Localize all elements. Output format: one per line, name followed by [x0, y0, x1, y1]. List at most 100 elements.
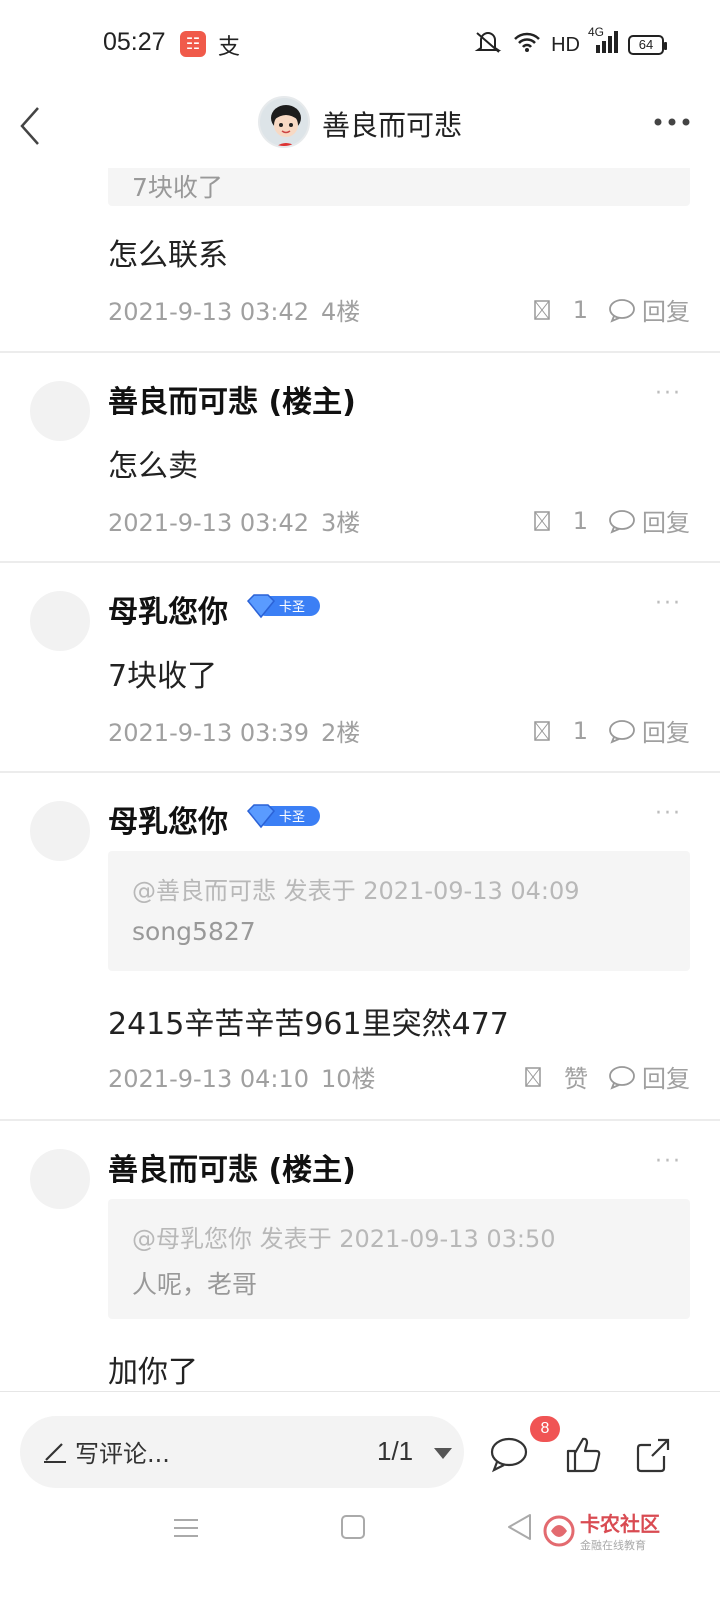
like-count: 1	[572, 716, 588, 745]
status-bar: 05:27 ☷ 支 HD 4G 64	[0, 0, 720, 90]
post-meta: 2021-9-13 03:42 3楼	[108, 503, 360, 538]
quote-text: 人呢，老哥	[132, 1270, 258, 1299]
wifi-icon	[513, 31, 541, 59]
comments-icon[interactable]	[488, 1434, 530, 1474]
thumbs-up-icon[interactable]	[562, 1434, 604, 1474]
quote-header: @善良而可悲 发表于 2021-09-13 04:09	[132, 877, 580, 905]
badge-label: 卡圣	[279, 600, 305, 615]
avatar[interactable]	[30, 591, 90, 651]
avatar[interactable]	[30, 1149, 90, 1209]
watermark-text: 卡农社区 金融在线教育	[580, 1508, 660, 1553]
comment-input[interactable]: 写评论... 1/1	[20, 1416, 464, 1488]
thread-content: 7块收了 怎么联系 2021-9-13 03:42 4楼 1 回复 善良而可悲 (…	[0, 168, 720, 1391]
home-icon[interactable]	[340, 1514, 366, 1540]
more-button[interactable]	[652, 112, 692, 132]
quote-text: 7块收了	[132, 173, 223, 202]
signal-label: 4G	[588, 25, 605, 39]
bottom-action-bar: 写评论... 1/1 8	[0, 1391, 720, 1496]
kanong-logo-icon	[543, 1515, 575, 1546]
pencil-icon	[44, 1443, 66, 1463]
post-time: 2021-9-13 03:42	[108, 298, 309, 326]
like-count: 1	[572, 295, 588, 324]
username[interactable]: 母乳您你	[108, 797, 228, 841]
floor-item: 母乳您你 卡圣 ··· @善良而可悲 发表于 2021-09-13 04:09 …	[0, 773, 720, 1119]
alipay-icon: 支	[218, 35, 241, 60]
menu-icon[interactable]	[172, 1516, 200, 1540]
page-title: 善良而可悲	[322, 109, 463, 142]
post-time: 2021-9-13 04:10	[108, 1065, 309, 1093]
post-text: 怎么卖	[108, 449, 198, 484]
floor-number: 2楼	[321, 719, 361, 747]
quote-block[interactable]: @善良而可悲 发表于 2021-09-13 04:09 song5827	[108, 851, 690, 971]
watermark: 卡农社区 金融在线教育	[542, 1508, 660, 1553]
user-level-badge: 卡圣	[246, 804, 320, 829]
author-avatar[interactable]	[258, 96, 310, 148]
post-time: 2021-9-13 03:39	[108, 719, 309, 747]
quote-header: @母乳您你 发表于 2021-09-13 03:50	[132, 1225, 556, 1253]
status-indicators: HD 4G 64	[473, 25, 667, 60]
watermark-title: 卡农社区	[580, 1512, 660, 1536]
more-horizontal-icon	[654, 118, 690, 126]
floor-item: 善良而可悲 (楼主) ··· @母乳您你 发表于 2021-09-13 03:5…	[0, 1121, 720, 1391]
back-button[interactable]	[18, 100, 58, 150]
page-dropdown-icon[interactable]	[434, 1448, 452, 1459]
badge-label: 卡圣	[279, 810, 305, 825]
reply-button[interactable]: 回复	[642, 1059, 690, 1094]
comment-bubble-icon[interactable]	[608, 508, 636, 534]
post-text: 加你了	[108, 1355, 198, 1390]
like-count: 1	[572, 506, 588, 535]
more-icon[interactable]: ···	[655, 591, 682, 616]
battery-icon: 64	[628, 35, 667, 55]
username[interactable]: 母乳您你	[108, 587, 228, 631]
post-actions: 1 回复	[533, 503, 690, 538]
top-nav-bar: 善良而可悲	[0, 90, 720, 168]
system-navigation: 卡农社区 金融在线教育	[0, 1496, 720, 1600]
quote-text: song5827	[132, 917, 256, 946]
post-text: 7块收了	[108, 659, 218, 694]
comment-count-badge: 8	[530, 1416, 560, 1442]
avatar[interactable]	[30, 801, 90, 861]
floor-item: 善良而可悲 (楼主) ··· 怎么卖 2021-9-13 03:42 3楼 1 回…	[0, 353, 720, 561]
comment-bubble-icon[interactable]	[608, 718, 636, 744]
network-type: HD	[551, 33, 580, 56]
post-text: 怎么联系	[108, 238, 228, 273]
floor-item: 7块收了 怎么联系 2021-9-13 03:42 4楼 1 回复	[0, 168, 720, 352]
post-meta: 2021-9-13 03:42 4楼	[108, 292, 360, 327]
floor-number: 10楼	[321, 1065, 376, 1093]
like-icon[interactable]	[533, 299, 551, 321]
page-indicator[interactable]: 1/1	[377, 1436, 413, 1467]
signal-icon: 4G	[588, 25, 618, 59]
reply-button[interactable]: 回复	[642, 713, 690, 748]
avatar[interactable]	[30, 381, 90, 441]
watermark-subtitle: 金融在线教育	[580, 1539, 646, 1552]
username[interactable]: 善良而可悲 (楼主)	[108, 377, 356, 421]
like-icon[interactable]	[524, 1066, 542, 1088]
post-actions: 1 回复	[533, 292, 690, 327]
like-label[interactable]: 赞	[564, 1059, 588, 1094]
post-actions: 赞 回复	[524, 1059, 690, 1094]
post-meta: 2021-9-13 04:10 10楼	[108, 1059, 376, 1094]
chevron-left-icon	[20, 107, 39, 145]
reply-button[interactable]: 回复	[642, 503, 690, 538]
more-icon[interactable]: ···	[655, 381, 682, 406]
username[interactable]: 善良而可悲 (楼主)	[108, 1145, 356, 1189]
more-icon[interactable]: ···	[655, 801, 682, 826]
post-meta: 2021-9-13 03:39 2楼	[108, 713, 360, 748]
like-icon[interactable]	[533, 720, 551, 742]
reply-button[interactable]: 回复	[642, 292, 690, 327]
comment-bubble-icon[interactable]	[608, 297, 636, 323]
status-time: 05:27	[103, 28, 166, 56]
share-icon[interactable]	[632, 1434, 674, 1474]
more-icon[interactable]: ···	[655, 1149, 682, 1174]
user-level-badge: 卡圣	[246, 594, 320, 619]
back-nav-icon[interactable]	[506, 1512, 534, 1542]
like-icon[interactable]	[533, 510, 551, 532]
post-actions: 1 回复	[533, 713, 690, 748]
quote-block[interactable]: @母乳您你 发表于 2021-09-13 03:50 人呢，老哥	[108, 1199, 690, 1319]
app-notification-icon: ☷	[180, 31, 206, 57]
post-text: 2415辛苦辛苦961里突然477	[108, 1007, 509, 1042]
comment-placeholder: 写评论...	[75, 1440, 170, 1468]
comment-bubble-icon[interactable]	[608, 1064, 636, 1090]
mute-icon	[473, 30, 503, 60]
post-time: 2021-9-13 03:42	[108, 509, 309, 537]
